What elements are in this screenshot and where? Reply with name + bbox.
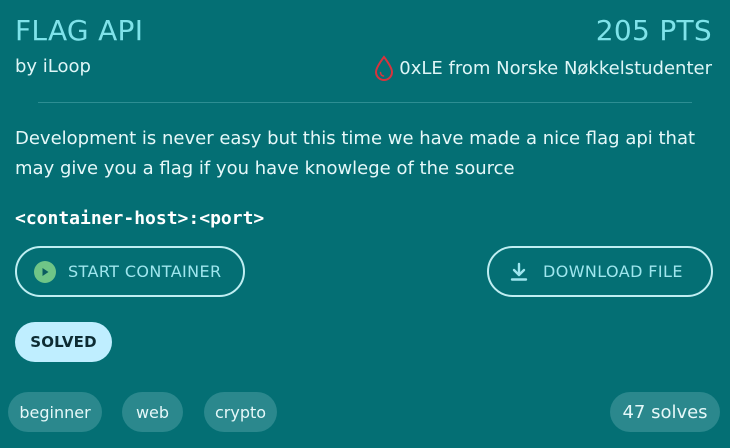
blood-drop-icon (373, 55, 395, 81)
challenge-author: by iLoop (15, 56, 91, 77)
download-file-label: DOWNLOAD FILE (543, 262, 683, 281)
divider (38, 102, 692, 103)
connection-info: <container-host>:<port> (15, 208, 265, 229)
start-container-button[interactable]: START CONTAINER (15, 246, 245, 297)
solves-count[interactable]: 47 solves (610, 392, 720, 432)
start-container-label: START CONTAINER (68, 262, 222, 281)
challenge-points: 205 PTS (595, 14, 712, 47)
download-icon (510, 262, 528, 282)
play-icon (34, 260, 56, 283)
tag-beginner[interactable]: beginner (8, 392, 102, 432)
first-blood-text: 0xLE from Norske Nøkkelstudenter (399, 57, 712, 79)
download-file-button[interactable]: DOWNLOAD FILE (487, 246, 713, 297)
challenge-description: Development is never easy but this time … (15, 128, 696, 179)
first-blood: 0xLE from Norske Nøkkelstudenter (373, 55, 712, 81)
challenge-title: FLAG API (15, 14, 144, 47)
tag-crypto[interactable]: crypto (204, 392, 277, 432)
tag-web[interactable]: web (122, 392, 183, 432)
solved-badge: SOLVED (15, 322, 112, 362)
